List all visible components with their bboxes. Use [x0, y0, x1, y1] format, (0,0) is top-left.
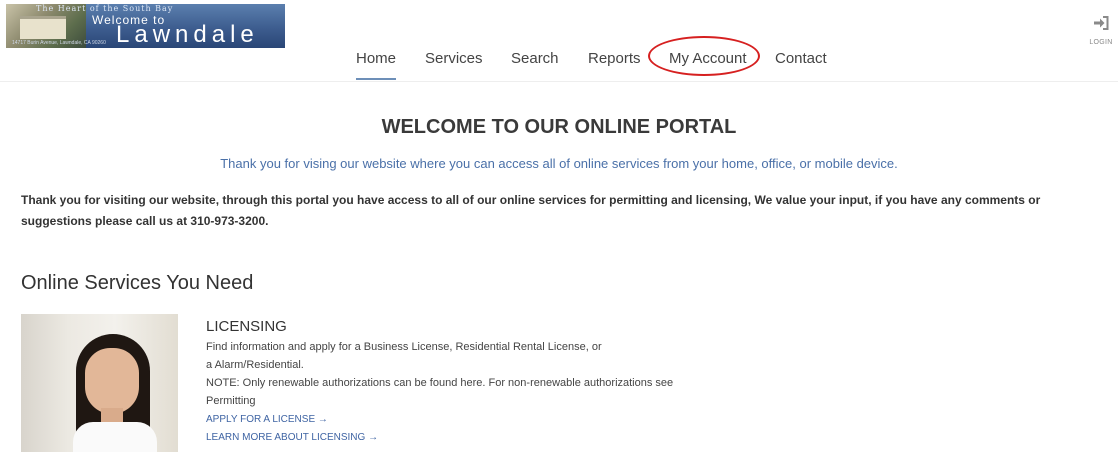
nav-my-account[interactable]: My Account: [669, 50, 747, 80]
licensing-photo: [21, 314, 178, 452]
lawndale-logo[interactable]: The Heart of the South Bay Welcome to La…: [6, 4, 285, 48]
intro-text: Thank you for visiting our website, thro…: [21, 190, 1081, 232]
licensing-line-4: Permitting: [206, 395, 256, 407]
logo-address: 14717 Burin Avenue, Lawndale, CA 90260: [12, 40, 106, 46]
learn-more-licensing-link[interactable]: LEARN MORE ABOUT LICENSING →: [206, 432, 378, 443]
intro-line-2: suggestions please call us at 310-973-32…: [21, 214, 269, 228]
licensing-line-1: Find information and apply for a Busines…: [206, 341, 602, 353]
licensing-line-2: a Alarm/Residential.: [206, 359, 304, 371]
logo-city-name: Lawndale: [116, 21, 259, 48]
licensing-heading: LICENSING: [206, 318, 287, 335]
logo-tagline: The Heart of the South Bay: [36, 4, 174, 13]
licensing-line-3: NOTE: Only renewable authorizations can …: [206, 377, 674, 389]
page-title: WELCOME TO OUR ONLINE PORTAL: [381, 116, 737, 138]
intro-line-1: Thank you for visiting our website, thro…: [21, 193, 1041, 207]
photo-shirt: [73, 422, 157, 452]
nav-reports[interactable]: Reports: [588, 50, 641, 80]
page-subtitle: Thank you for vising our website where y…: [220, 156, 898, 171]
city-hall-building: [20, 16, 66, 39]
nav-search[interactable]: Search: [511, 50, 559, 80]
nav-contact[interactable]: Contact: [775, 50, 827, 80]
sign-in-icon: [1094, 16, 1109, 30]
section-title: Online Services You Need: [21, 272, 254, 294]
apply-for-license-link[interactable]: APPLY FOR A LICENSE →: [206, 414, 328, 425]
login-button[interactable]: LOGIN: [1086, 16, 1116, 46]
nav-services[interactable]: Services: [425, 50, 483, 80]
photo-face: [85, 348, 139, 414]
main-nav: Home Services Search Reports My Account …: [0, 50, 1118, 80]
header-divider: [0, 81, 1118, 82]
nav-home[interactable]: Home: [356, 50, 397, 80]
login-label: LOGIN: [1089, 39, 1113, 46]
